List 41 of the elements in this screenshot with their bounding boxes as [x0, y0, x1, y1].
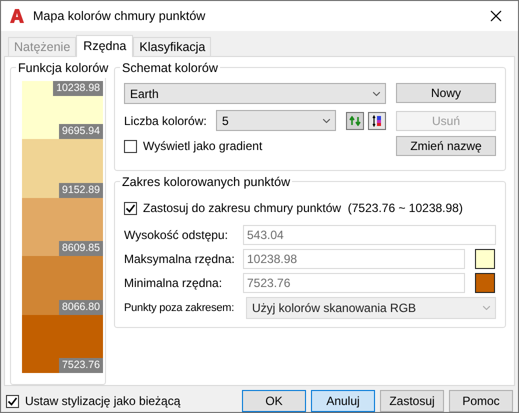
value-label: 9695.94: [59, 124, 103, 140]
count-dropdown[interactable]: 5: [216, 110, 336, 131]
window-title: Mapa kolorów chmury punktów: [33, 8, 206, 25]
value-label: 7523.76: [59, 358, 103, 373]
caret-icon: [373, 92, 380, 96]
button[interactable]: Zmień nazwę: [396, 136, 496, 156]
outside-range-dropdown[interactable]: Użyj kolorów skanowania RGB: [246, 297, 496, 319]
checkbox[interactable]: [6, 394, 19, 408]
caret-icon: [323, 118, 330, 122]
button[interactable]: Anuluj: [311, 390, 375, 412]
field-label: Minimalna rzędna:: [124, 275, 224, 292]
button[interactable]: OK: [242, 390, 306, 412]
color-swatch[interactable]: [475, 249, 495, 269]
button[interactable]: Zastosuj: [380, 390, 444, 412]
checkbox-label: Ustaw stylizację jako bieżącą: [25, 393, 180, 410]
value-label: 10238.98: [53, 81, 103, 96]
close-icon[interactable]: [490, 10, 502, 22]
field-label: Punkty poza zakresem:: [124, 300, 236, 316]
input-field[interactable]: 10238.98: [243, 249, 465, 269]
tab[interactable]: Rzędna: [76, 35, 134, 57]
value-label: 8066.80: [59, 300, 103, 315]
field-label: Liczba kolorów:: [124, 112, 208, 130]
value-label: 8609.85: [59, 241, 103, 256]
checkbox[interactable]: [124, 202, 137, 214]
checkbox-label: Wyświetl jako gradient: [143, 138, 262, 155]
caret-icon: [483, 306, 490, 310]
field-label: Wysokość odstępu:: [124, 227, 229, 244]
input-field[interactable]: 7523.76: [243, 273, 465, 293]
app-logo-icon: [9, 8, 25, 24]
value-label: 9152.89: [59, 182, 103, 198]
button[interactable]: Pomoc: [449, 390, 513, 412]
color-swatch[interactable]: [475, 273, 495, 293]
checkbox[interactable]: [124, 140, 137, 152]
button[interactable]: Nowy: [396, 83, 496, 103]
scheme-dropdown[interactable]: Earth: [124, 83, 386, 104]
tab[interactable]: Klasyfikacja: [133, 37, 212, 56]
field-label: Maksymalna rzędna:: [124, 251, 236, 268]
sort-arrows-icon[interactable]: [346, 112, 364, 130]
checkbox-label: Zastosuj do zakresu chmury punktów (7523.76 ~ 10238.98): [143, 200, 463, 217]
reverse-colors-icon[interactable]: [368, 112, 386, 130]
input-field[interactable]: 543.04: [243, 225, 496, 245]
